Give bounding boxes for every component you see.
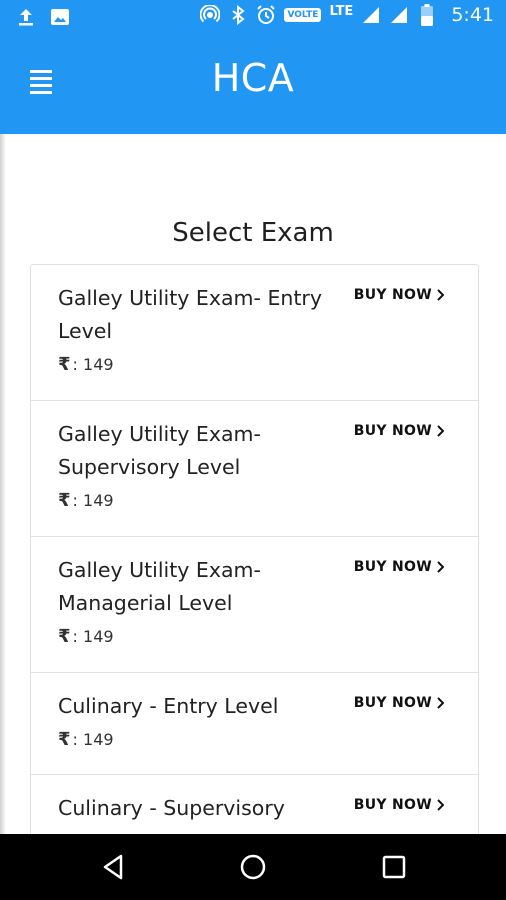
- signal-icon: [361, 4, 381, 26]
- buy-now-button[interactable]: BUY NOW: [354, 695, 444, 711]
- bluetooth-icon: [228, 4, 248, 26]
- price-value: : 149: [72, 730, 114, 749]
- system-nav-bar: [0, 834, 506, 900]
- alarm-icon: [256, 4, 276, 26]
- exam-name: Culinary - Entry Level: [58, 694, 279, 718]
- buy-now-label: BUY NOW: [353, 287, 432, 303]
- chevron-right-icon: [437, 425, 444, 437]
- exam-price: ₹ : 149: [58, 626, 114, 647]
- back-icon[interactable]: [98, 852, 128, 882]
- buy-now-label: BUY NOW: [353, 797, 432, 813]
- signal-icon: [389, 4, 409, 26]
- buy-now-button[interactable]: BUY NOW: [354, 423, 444, 439]
- hotspot-icon: [200, 4, 221, 26]
- buy-now-label: BUY NOW: [353, 423, 432, 439]
- chevron-right-icon: [437, 697, 444, 709]
- upload-icon: [16, 6, 36, 28]
- rupee-icon: ₹: [58, 354, 71, 375]
- recents-icon[interactable]: [379, 852, 409, 882]
- price-value: : 149: [72, 355, 114, 374]
- exam-name: Galley Utility Exam- Entry Level: [58, 286, 322, 343]
- exam-price: ₹ : 149: [58, 354, 114, 375]
- exam-list: Galley Utility Exam- Entry Level ₹ : 149…: [30, 264, 479, 866]
- exam-price: ₹ : 149: [58, 729, 114, 750]
- battery-icon: [417, 4, 437, 26]
- chevron-right-icon: [437, 289, 444, 301]
- chevron-right-icon: [437, 799, 444, 811]
- exam-list-item[interactable]: Galley Utility Exam- Managerial Level ₹ …: [31, 537, 478, 673]
- exam-price: ₹ : 149: [58, 490, 114, 511]
- price-value: : 149: [72, 627, 114, 646]
- image-icon: [50, 6, 70, 28]
- home-icon[interactable]: [238, 852, 268, 882]
- exam-name: Culinary - Supervisory: [58, 796, 285, 820]
- app-title: HCA: [211, 56, 295, 100]
- buy-now-label: BUY NOW: [353, 695, 432, 711]
- clock-time: 5:41: [451, 4, 494, 26]
- buy-now-label: BUY NOW: [353, 559, 432, 575]
- network-type-label: LTE: [329, 3, 354, 19]
- exam-list-item[interactable]: Galley Utility Exam- Entry Level ₹ : 149…: [31, 265, 478, 401]
- status-bar: VOLTE LTE 5:41: [0, 0, 506, 34]
- buy-now-button[interactable]: BUY NOW: [354, 797, 444, 813]
- volte-badge: VOLTE: [284, 8, 322, 22]
- main-content: Select Exam Galley Utility Exam- Entry L…: [0, 134, 506, 866]
- exam-name: Galley Utility Exam- Managerial Level: [58, 558, 261, 615]
- rupee-icon: ₹: [58, 490, 71, 511]
- exam-name: Galley Utility Exam- Supervisory Level: [58, 422, 261, 479]
- exam-list-item[interactable]: Culinary - Entry Level ₹ : 149 BUY NOW: [31, 673, 478, 775]
- buy-now-button[interactable]: BUY NOW: [354, 287, 444, 303]
- price-value: : 149: [72, 491, 114, 510]
- buy-now-button[interactable]: BUY NOW: [354, 559, 444, 575]
- exam-list-item[interactable]: Galley Utility Exam- Supervisory Level ₹…: [31, 401, 478, 537]
- rupee-icon: ₹: [58, 729, 71, 750]
- rupee-icon: ₹: [58, 626, 71, 647]
- chevron-right-icon: [437, 561, 444, 573]
- page-title: Select Exam: [172, 218, 334, 248]
- app-bar: HCA: [0, 34, 506, 134]
